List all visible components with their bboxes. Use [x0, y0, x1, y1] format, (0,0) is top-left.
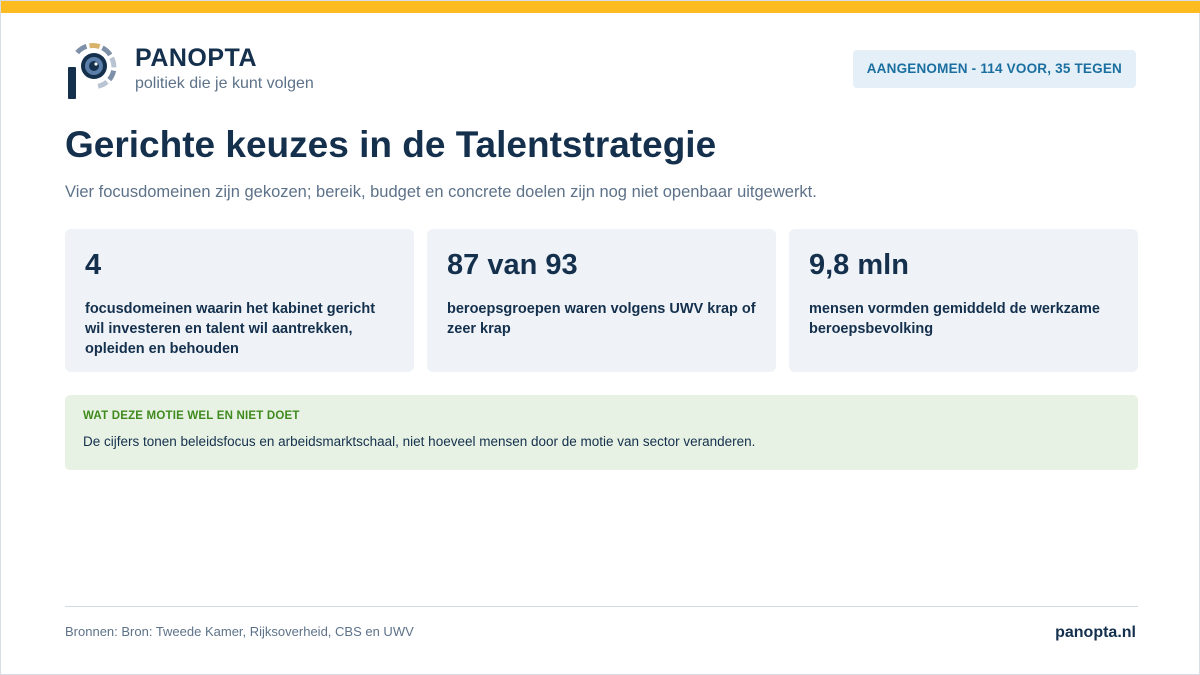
- stat-value: 4: [85, 249, 102, 281]
- stat-card-workforce: 9,8 mln mensen vormden gemiddeld de werk…: [789, 229, 1138, 372]
- note-heading: WAT DEZE MOTIE WEL EN NIET DOET: [83, 410, 300, 422]
- accent-top-bar: [1, 1, 1200, 13]
- panopta-logo-icon: [68, 43, 117, 99]
- stat-value: 9,8 mln: [809, 249, 909, 281]
- stat-cards: 4 focusdomeinen waarin het kabinet geric…: [65, 229, 1138, 372]
- page-subtitle: Vier focusdomeinen zijn gekozen; bereik,…: [65, 183, 817, 201]
- footer-divider: [65, 606, 1138, 607]
- stat-description: mensen vormden gemiddeld de werkzame ber…: [809, 301, 1100, 337]
- motion-note: WAT DEZE MOTIE WEL EN NIET DOET De cijfe…: [65, 395, 1138, 470]
- brand-tagline: politiek die je kunt volgen: [135, 75, 314, 92]
- note-text: De cijfers tonen beleidsfocus en arbeids…: [83, 434, 756, 449]
- stat-description: focusdomeinen waarin het kabinet gericht…: [85, 301, 376, 357]
- brand-header: PANOPTA politiek die je kunt volgen: [65, 41, 314, 101]
- stat-card-occupations: 87 van 93 beroepsgroepen waren volgens U…: [427, 229, 776, 372]
- page-title: Gerichte keuzes in de Talentstrategie: [65, 124, 717, 165]
- brand-name: PANOPTA: [135, 44, 258, 72]
- stat-card-focus-domains: 4 focusdomeinen waarin het kabinet geric…: [65, 229, 414, 372]
- brand-text: PANOPTA politiek die je kunt volgen: [135, 43, 314, 95]
- stat-description: beroepsgroepen waren volgens UWV krap of…: [447, 301, 756, 337]
- sources-text: Bronnen: Bron: Tweede Kamer, Rijksoverhe…: [65, 624, 414, 639]
- stat-value: 87 van 93: [447, 249, 578, 281]
- share-card: PANOPTA politiek die je kunt volgen AANG…: [0, 0, 1200, 675]
- vote-status-badge: AANGENOMEN - 114 VOOR, 35 TEGEN: [852, 50, 1136, 88]
- site-link[interactable]: panopta.nl: [1055, 623, 1136, 643]
